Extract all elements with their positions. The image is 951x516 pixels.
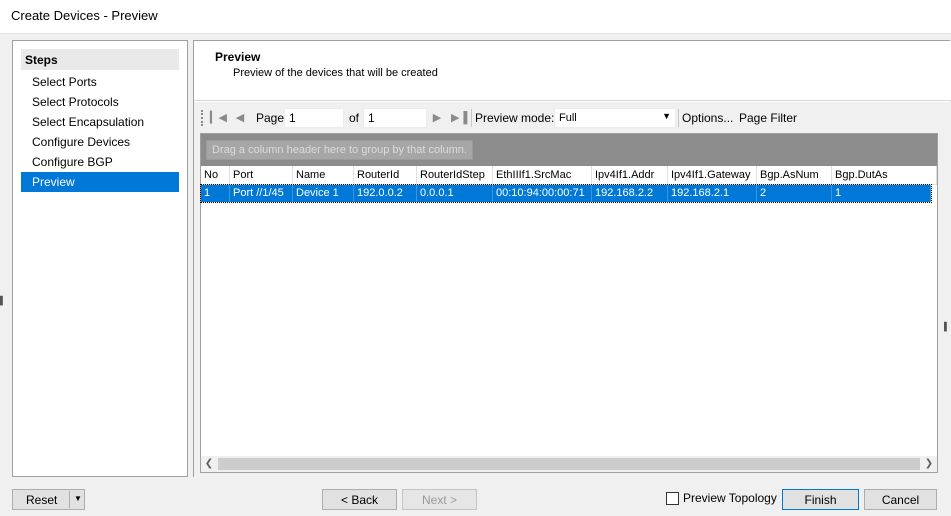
- main-body: ▎◀ ◀ Page 1 of 1 ▶ ▶▐ Preview mode: Full…: [194, 102, 951, 478]
- cancel-button[interactable]: Cancel: [864, 489, 937, 510]
- dropdown-arrow-icon[interactable]: ▼: [74, 494, 82, 503]
- cell-bgp-dutas: 1: [832, 185, 931, 202]
- last-page-icon[interactable]: ▶▐: [451, 110, 467, 126]
- step-select-protocols[interactable]: Select Protocols: [21, 92, 179, 112]
- preview-mode-select[interactable]: Full ▼: [554, 108, 676, 128]
- column-header-no[interactable]: No: [201, 166, 230, 185]
- step-configure-bgp[interactable]: Configure BGP: [21, 152, 179, 172]
- table-row[interactable]: 1 Port //1/45 Device 1 192.0.0.2 0.0.0.1…: [200, 184, 932, 203]
- cell-no: 1: [201, 185, 230, 202]
- pager-toolbar: ▎◀ ◀ Page 1 of 1 ▶ ▶▐ Preview mode: Full…: [200, 107, 940, 129]
- dropdown-arrow-icon: ▼: [662, 111, 671, 121]
- cell-name: Device 1: [293, 185, 354, 202]
- back-button[interactable]: < Back: [322, 489, 397, 510]
- reset-label: Reset: [26, 493, 58, 507]
- column-header-srcmac[interactable]: EthIIIf1.SrcMac: [493, 166, 592, 185]
- finish-button[interactable]: Finish: [782, 489, 859, 510]
- cell-port: Port //1/45: [230, 185, 293, 202]
- cell-ipv4-addr: 192.168.2.2: [592, 185, 668, 202]
- page-number-input[interactable]: 1: [284, 108, 344, 128]
- column-header-routeridstep[interactable]: RouterIdStep: [417, 166, 493, 185]
- of-label: of: [349, 111, 360, 125]
- group-by-area[interactable]: Drag a column header here to group by th…: [201, 134, 937, 166]
- column-header-routerid[interactable]: RouterId: [354, 166, 417, 185]
- devices-grid: Drag a column header here to group by th…: [200, 133, 938, 473]
- page-title: Preview: [215, 50, 261, 64]
- cell-routeridstep: 0.0.0.1: [417, 185, 493, 202]
- group-by-hint: Drag a column header here to group by th…: [206, 140, 473, 160]
- grid-header: No Port Name RouterId RouterIdStep EthII…: [201, 166, 937, 185]
- page-count-field: 1: [363, 108, 427, 128]
- window-title: Create Devices - Preview: [11, 8, 158, 23]
- preview-topology-checkbox[interactable]: [666, 492, 679, 505]
- edge-artifact: ▌: [944, 322, 950, 331]
- horizontal-scrollbar[interactable]: ❮ ❯: [201, 456, 937, 472]
- column-header-bgp-dutas[interactable]: Bgp.DutAs: [832, 166, 937, 185]
- next-page-icon[interactable]: ▶: [430, 110, 444, 126]
- toolbar-grip-icon[interactable]: [201, 110, 203, 126]
- page-subtitle: Preview of the devices that will be crea…: [233, 67, 438, 79]
- first-page-icon[interactable]: ▎◀: [210, 110, 227, 126]
- main-header: Preview Preview of the devices that will…: [194, 41, 951, 101]
- next-button[interactable]: Next >: [402, 489, 477, 510]
- toolbar-separator: [471, 109, 472, 127]
- step-select-ports[interactable]: Select Ports: [21, 72, 179, 92]
- title-bar: Create Devices - Preview: [0, 0, 951, 34]
- column-header-ipv4-gateway[interactable]: Ipv4If1.Gateway: [668, 166, 757, 185]
- cell-srcmac: 00:10:94:00:00:71: [493, 185, 592, 202]
- preview-mode-label: Preview mode:: [475, 111, 555, 125]
- main-panel: Preview Preview of the devices that will…: [193, 40, 951, 478]
- preview-mode-value: Full: [559, 112, 577, 124]
- column-header-bgp-asnum[interactable]: Bgp.AsNum: [757, 166, 832, 185]
- page-label: Page: [256, 111, 285, 125]
- steps-header: Steps: [21, 49, 179, 70]
- page-filter-button[interactable]: Page Filter: [739, 111, 797, 125]
- scroll-right-icon[interactable]: ❯: [922, 457, 936, 471]
- cell-bgp-asnum: 2: [757, 185, 832, 202]
- toolbar-separator: [678, 109, 679, 127]
- cell-routerid: 192.0.0.2: [354, 185, 417, 202]
- scrollbar-thumb[interactable]: [218, 458, 920, 470]
- column-header-port[interactable]: Port: [230, 166, 293, 185]
- preview-topology-label[interactable]: Preview Topology: [683, 491, 777, 505]
- reset-split-button[interactable]: Reset ▼: [12, 489, 85, 510]
- step-configure-devices[interactable]: Configure Devices: [21, 132, 179, 152]
- previous-page-icon[interactable]: ◀: [233, 110, 247, 126]
- split-divider: [69, 491, 70, 508]
- steps-panel: Steps Select Ports Select Protocols Sele…: [12, 40, 188, 477]
- scroll-left-icon[interactable]: ❮: [202, 457, 216, 471]
- cell-ipv4-gateway: 192.168.2.1: [668, 185, 757, 202]
- step-preview[interactable]: Preview: [21, 172, 179, 192]
- step-select-encapsulation[interactable]: Select Encapsulation: [21, 112, 179, 132]
- column-header-ipv4-addr[interactable]: Ipv4If1.Addr: [592, 166, 668, 185]
- column-header-name[interactable]: Name: [293, 166, 354, 185]
- options-button[interactable]: Options...: [682, 111, 733, 125]
- edge-artifact: ▌: [0, 296, 6, 305]
